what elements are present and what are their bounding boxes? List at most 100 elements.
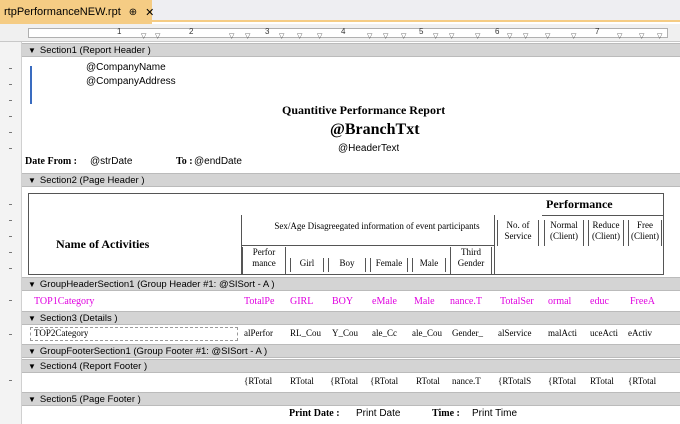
group-field[interactable]: TotalPe — [244, 296, 286, 307]
pin-icon[interactable]: ⊕ — [129, 7, 137, 18]
detail-field[interactable]: eActiv — [628, 328, 662, 338]
ruler-guide-icon[interactable]: ▽ — [229, 32, 234, 40]
group-field[interactable]: educ — [590, 296, 624, 307]
group-field[interactable]: TotalSer — [500, 296, 542, 307]
top2-category-field[interactable]: TOP2Category — [34, 328, 88, 338]
ruler-guide-icon[interactable]: ▽ — [571, 32, 576, 40]
ruler-guide-icon[interactable]: ▽ — [141, 32, 146, 40]
column-normal[interactable]: Normal (Client) — [544, 220, 584, 246]
column-performance[interactable]: Perfor mance — [242, 247, 286, 274]
ruler-guide-icon[interactable]: ▽ — [617, 32, 622, 40]
footer-total-field[interactable]: {RTotal — [330, 376, 368, 386]
print-date-field[interactable]: Print Date — [356, 408, 400, 419]
ruler-scale: 1 2 3 4 5 6 7 ▽ ▽ ▽ ▽ ▽ ▽ ▽ ▽ ▽ ▽ ▽ ▽ ▽ … — [28, 27, 668, 40]
date-from-label: Date From : — [25, 156, 78, 167]
ruler-number: 6 — [495, 27, 500, 36]
detail-field[interactable]: alService — [498, 328, 542, 338]
group-field[interactable]: eMale — [372, 296, 410, 307]
ruler-guide-icon[interactable]: ▽ — [245, 32, 250, 40]
footer-total-field[interactable]: RTotal — [416, 376, 450, 386]
footer-total-field[interactable]: {RTotal — [370, 376, 410, 386]
group-footer-label: GroupFooterSection1 (Group Footer #1: @S… — [39, 345, 268, 357]
ruler-number: 4 — [341, 27, 346, 36]
close-icon[interactable]: ✕ — [145, 6, 154, 19]
group-field[interactable]: nance.T — [450, 296, 494, 307]
company-name-field[interactable]: @CompanyName — [86, 62, 166, 73]
column-reduce[interactable]: Reduce (Client) — [588, 220, 624, 246]
footer-total-field[interactable]: {RTotal — [548, 376, 586, 386]
collapse-triangle-icon[interactable]: ▼ — [28, 176, 36, 185]
ruler-guide-icon[interactable]: ▽ — [545, 32, 550, 40]
detail-field[interactable]: uceActi — [590, 328, 626, 338]
section2-band[interactable]: ▼ Section2 (Page Header ) — [22, 173, 680, 187]
group-header-label: GroupHeaderSection1 (Group Header #1: @S… — [39, 278, 275, 290]
section5-band[interactable]: ▼ Section5 (Page Footer ) — [22, 392, 680, 406]
detail-field[interactable]: RL_Cou — [290, 328, 326, 338]
ruler-guide-icon[interactable]: ▽ — [297, 32, 302, 40]
footer-total-field[interactable]: RTotal — [590, 376, 626, 386]
ruler-guide-icon[interactable]: ▽ — [401, 32, 406, 40]
collapse-triangle-icon[interactable]: ▼ — [28, 46, 36, 55]
footer-total-field[interactable]: {RTotalS — [498, 376, 542, 386]
detail-field[interactable]: ale_Cou — [412, 328, 448, 338]
section1-band[interactable]: ▼ Section1 (Report Header ) — [22, 43, 680, 57]
detail-field[interactable]: Gender_ — [452, 328, 494, 338]
performance-heading[interactable]: Performance — [546, 197, 613, 212]
group-footer-band[interactable]: ▼ GroupFooterSection1 (Group Footer #1: … — [22, 344, 680, 358]
column-no-of-service[interactable]: No. of Service — [497, 220, 539, 246]
str-date-field[interactable]: @strDate — [90, 156, 132, 167]
group-field[interactable]: FreeA — [630, 296, 662, 307]
ruler-guide-icon[interactable]: ▽ — [657, 32, 662, 40]
column-boy[interactable]: Boy — [328, 258, 366, 272]
column-third-gender[interactable]: Third Gender — [450, 247, 492, 274]
ruler-guide-icon[interactable]: ▽ — [523, 32, 528, 40]
ruler-guide-icon[interactable]: ▽ — [639, 32, 644, 40]
group-field[interactable]: Male — [414, 296, 446, 307]
detail-field[interactable]: ale_Cc — [372, 328, 410, 338]
group-header-band[interactable]: ▼ GroupHeaderSection1 (Group Header #1: … — [22, 277, 680, 291]
header-text-field[interactable]: @HeaderText — [338, 143, 399, 154]
footer-total-field[interactable]: {RTotal — [244, 376, 286, 386]
section4-band[interactable]: ▼ Section4 (Report Footer ) — [22, 359, 680, 373]
print-time-field[interactable]: Print Time — [472, 408, 517, 419]
group-field[interactable]: GIRL — [290, 296, 326, 307]
document-tab[interactable]: rtpPerformanceNEW.rpt ⊕ ✕ — [0, 0, 154, 24]
top1-category-field[interactable]: TOP1Category — [34, 296, 239, 307]
collapse-triangle-icon[interactable]: ▼ — [28, 280, 36, 289]
column-male[interactable]: Male — [412, 258, 446, 272]
detail-field[interactable]: malActi — [548, 328, 586, 338]
section3-band[interactable]: ▼ Section3 (Details ) — [22, 311, 680, 325]
company-address-field[interactable]: @CompanyAddress — [86, 76, 176, 87]
ruler-guide-icon[interactable]: ▽ — [155, 32, 160, 40]
footer-total-field[interactable]: {RTotal — [628, 376, 664, 386]
ruler-guide-icon[interactable]: ▽ — [279, 32, 284, 40]
ruler-guide-icon[interactable]: ▽ — [475, 32, 480, 40]
ruler-guide-icon[interactable]: ▽ — [433, 32, 438, 40]
footer-total-field[interactable]: nance.T — [452, 376, 494, 386]
collapse-triangle-icon[interactable]: ▼ — [28, 362, 36, 371]
footer-total-field[interactable]: RTotal — [290, 376, 326, 386]
branch-field[interactable]: @BranchTxt — [330, 121, 420, 139]
group-field[interactable]: ormal — [548, 296, 584, 307]
column-free[interactable]: Free (Client) — [628, 220, 662, 246]
collapse-triangle-icon[interactable]: ▼ — [28, 347, 36, 356]
column-girl[interactable]: Girl — [290, 258, 324, 272]
ruler-guide-icon[interactable]: ▽ — [367, 32, 372, 40]
column-female[interactable]: Female — [370, 258, 408, 272]
ruler-guide-icon[interactable]: ▽ — [507, 32, 512, 40]
ruler-guide-icon[interactable]: ▽ — [317, 32, 322, 40]
report-title[interactable]: Quantitive Performance Report — [282, 103, 445, 118]
collapse-triangle-icon[interactable]: ▼ — [28, 314, 36, 323]
detail-field[interactable]: alPerfor — [244, 328, 286, 338]
collapse-triangle-icon[interactable]: ▼ — [28, 395, 36, 404]
detail-field[interactable]: Y_Cou — [332, 328, 368, 338]
cursor-bar — [30, 66, 32, 104]
ruler-guide-icon[interactable]: ▽ — [383, 32, 388, 40]
name-of-activities-heading[interactable]: Name of Activities — [56, 237, 149, 252]
ruler-guide-icon[interactable]: ▽ — [449, 32, 454, 40]
group-field[interactable]: BOY — [332, 296, 368, 307]
end-date-field[interactable]: @endDate — [194, 156, 242, 167]
sex-age-heading[interactable]: Sex/Age Disagreegated information of eve… — [262, 220, 492, 233]
tab-title: rtpPerformanceNEW.rpt — [4, 6, 121, 18]
ruler-number: 5 — [419, 27, 424, 36]
